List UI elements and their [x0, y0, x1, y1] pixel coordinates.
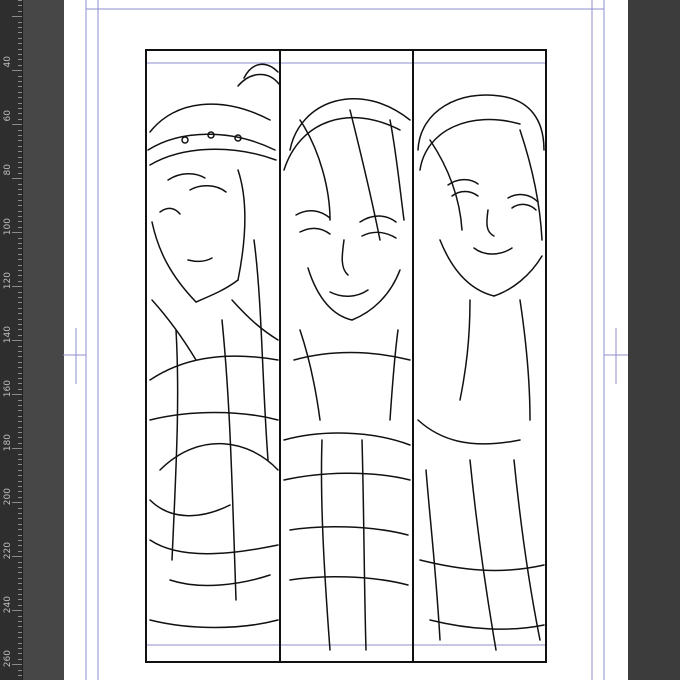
sketch-right-figure — [417, 94, 545, 651]
sketch-center-figure — [283, 97, 411, 651]
guide-lines — [63, 0, 628, 680]
sketch-left-figure — [147, 63, 280, 629]
canvas-overlay — [63, 0, 628, 680]
